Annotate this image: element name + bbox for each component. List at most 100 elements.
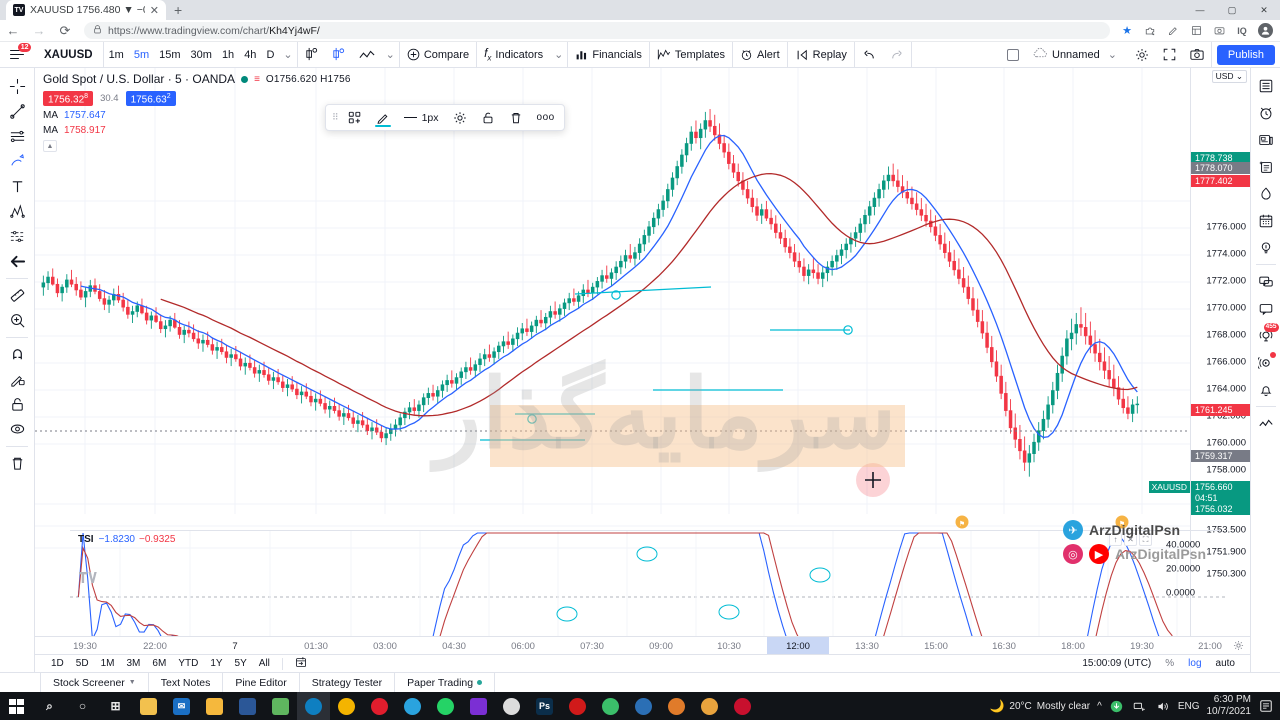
minimize-button[interactable]: — bbox=[1184, 0, 1216, 20]
drag-handle[interactable]: ⠿ bbox=[328, 112, 341, 123]
utc-clock[interactable]: 15:00:09 (UTC) bbox=[1075, 658, 1158, 669]
unlock-icon[interactable] bbox=[474, 104, 502, 131]
measure-icon[interactable] bbox=[3, 283, 31, 308]
alert-button[interactable]: Alert bbox=[733, 41, 788, 68]
indicators-button[interactable]: fx Indicators bbox=[477, 42, 550, 68]
notification-center-icon[interactable] bbox=[1258, 698, 1274, 714]
range-ytd[interactable]: YTD bbox=[172, 658, 204, 669]
close-icon[interactable]: ✕ bbox=[150, 4, 159, 17]
address-bar[interactable]: https://www.tradingview.com/chart/Kh4Yj4… bbox=[84, 22, 1110, 39]
saved-layout-button[interactable]: Unnamed ⌄ bbox=[1026, 42, 1128, 68]
prediction-icon[interactable] bbox=[3, 224, 31, 249]
timeframe-5m[interactable]: 5m bbox=[129, 42, 154, 68]
search-icon[interactable]: ⌕ bbox=[33, 692, 66, 720]
drawing-mode-icon[interactable] bbox=[3, 367, 31, 392]
legend-title[interactable]: Gold Spot / U.S. Dollar · 5 · OANDA bbox=[43, 72, 235, 86]
crosshair-icon[interactable] bbox=[3, 74, 31, 99]
timeframe-D[interactable]: D bbox=[261, 42, 279, 68]
currency-selector[interactable]: USD ⌄ bbox=[1211, 70, 1247, 83]
alarm-icon[interactable] bbox=[1252, 99, 1280, 126]
explorer-icon[interactable] bbox=[198, 692, 231, 720]
time-axis[interactable]: 19:30 22:00 7 01:30 03:00 04:30 06:00 07:30 09:0… bbox=[35, 636, 1250, 655]
nav-icon[interactable] bbox=[594, 692, 627, 720]
undo-icon[interactable] bbox=[855, 42, 883, 68]
compare-button[interactable]: Compare bbox=[400, 41, 478, 68]
percent-scale-button[interactable]: % bbox=[1158, 658, 1181, 669]
settings-small-icon[interactable]: ≡ bbox=[254, 74, 260, 85]
cortana-icon[interactable]: ○ bbox=[66, 692, 99, 720]
datawindow-icon[interactable] bbox=[1252, 153, 1280, 180]
range-1d[interactable]: 1D bbox=[45, 658, 70, 669]
publish-button[interactable]: Publish bbox=[1216, 44, 1275, 65]
indicators-chevron-down-icon[interactable]: ⌄ bbox=[550, 41, 569, 68]
goto-date-icon[interactable] bbox=[289, 656, 313, 671]
horizontal-ray-icon[interactable] bbox=[3, 124, 31, 149]
close-window-button[interactable]: ✕ bbox=[1248, 0, 1280, 20]
range-1y[interactable]: 1Y bbox=[204, 658, 228, 669]
fullscreen-icon[interactable] bbox=[1156, 42, 1183, 68]
magnet-icon[interactable] bbox=[3, 342, 31, 367]
maximize-button[interactable]: ▢ bbox=[1216, 0, 1248, 20]
lock-icon[interactable] bbox=[3, 392, 31, 417]
bar-style-hollow-icon[interactable] bbox=[325, 42, 352, 68]
edit-icon[interactable] bbox=[1162, 20, 1184, 42]
trash-icon[interactable] bbox=[3, 451, 31, 476]
replay-button[interactable]: Replay bbox=[788, 41, 855, 68]
opera-icon[interactable] bbox=[363, 692, 396, 720]
snapshot-camera-icon[interactable] bbox=[1183, 41, 1212, 68]
tab-strategy-tester[interactable]: Strategy Tester bbox=[300, 672, 396, 693]
redo-icon[interactable] bbox=[883, 41, 912, 68]
timeframe-4h[interactable]: 4h bbox=[239, 42, 261, 68]
collections-icon[interactable] bbox=[1185, 20, 1207, 42]
range-5y[interactable]: 5Y bbox=[229, 658, 253, 669]
extension-icon[interactable] bbox=[1139, 20, 1161, 42]
tab-paper-trading[interactable]: Paper Trading bbox=[395, 672, 496, 693]
edge-icon[interactable] bbox=[297, 692, 330, 720]
clock[interactable]: 6:30 PM 10/7/2021 bbox=[1207, 694, 1252, 718]
range-all[interactable]: All bbox=[253, 658, 276, 669]
browser-icon[interactable] bbox=[495, 692, 528, 720]
bell-icon[interactable] bbox=[1252, 376, 1280, 403]
layout-chevron-down-icon[interactable]: ⌄ bbox=[1104, 42, 1121, 68]
ideas-icon[interactable] bbox=[1252, 234, 1280, 261]
range-3m[interactable]: 3M bbox=[121, 658, 147, 669]
zoom-icon[interactable] bbox=[3, 308, 31, 333]
taskview-icon[interactable]: ⊞ bbox=[99, 692, 132, 720]
telegram-icon[interactable] bbox=[396, 692, 429, 720]
drawing-properties-toolbar[interactable]: ⠿ 1px ooo bbox=[325, 104, 565, 131]
network-icon[interactable] bbox=[1132, 698, 1148, 714]
hotlist-icon[interactable] bbox=[1252, 180, 1280, 207]
main-menu-button[interactable]: 12 bbox=[0, 42, 34, 68]
broadcast-icon[interactable]: 455 bbox=[1252, 322, 1280, 349]
vpn-icon[interactable] bbox=[660, 692, 693, 720]
pencil-icon[interactable] bbox=[369, 104, 397, 131]
office-icon[interactable] bbox=[231, 692, 264, 720]
reload-icon[interactable]: ⟳ bbox=[52, 20, 78, 42]
chevron-down-icon[interactable]: ▼ bbox=[129, 679, 136, 686]
bookmark-star-icon[interactable]: ★ bbox=[1116, 20, 1138, 42]
opera-gx-icon[interactable] bbox=[726, 692, 759, 720]
weather-widget[interactable]: 🌙 20°C Mostly clear bbox=[989, 699, 1090, 713]
timeframe-15m[interactable]: 15m bbox=[154, 42, 185, 68]
tab-text-notes[interactable]: Text Notes bbox=[149, 672, 224, 693]
trash-icon[interactable] bbox=[502, 104, 530, 131]
iq-extension-icon[interactable]: IQ bbox=[1231, 20, 1253, 42]
news-icon[interactable] bbox=[1252, 126, 1280, 153]
browser-tab[interactable]: TV XAUUSD 1756.480 ▼ −0.36% Un ✕ bbox=[6, 0, 166, 20]
range-5d[interactable]: 5D bbox=[70, 658, 95, 669]
range-1m[interactable]: 1M bbox=[95, 658, 121, 669]
photoshop-icon[interactable]: Ps bbox=[528, 692, 561, 720]
timeframe-1h[interactable]: 1h bbox=[217, 42, 239, 68]
settings-gear-icon[interactable] bbox=[446, 104, 474, 131]
pattern-icon[interactable] bbox=[3, 199, 31, 224]
time-axis-gear-icon[interactable] bbox=[1233, 640, 1244, 654]
trendline-icon[interactable] bbox=[3, 99, 31, 124]
forward-icon[interactable]: → bbox=[26, 20, 52, 42]
shape-draw-icon[interactable] bbox=[3, 149, 31, 174]
more-options-icon[interactable]: ooo bbox=[530, 104, 562, 131]
calendar-icon[interactable] bbox=[1252, 207, 1280, 234]
timeframe-1m[interactable]: 1m bbox=[104, 42, 129, 68]
layout-grid-button[interactable] bbox=[1000, 42, 1026, 68]
bar-style-line-icon[interactable] bbox=[352, 42, 382, 68]
tab-stock-screener[interactable]: Stock Screener ▼ bbox=[40, 672, 149, 693]
